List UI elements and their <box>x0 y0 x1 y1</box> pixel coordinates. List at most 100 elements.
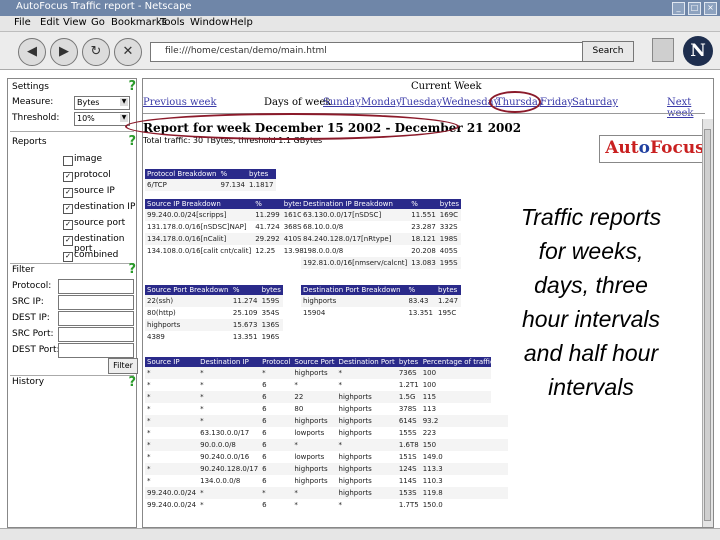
table-cell: highports <box>338 453 372 461</box>
threshold-select[interactable]: 10% ▼ <box>74 112 130 126</box>
help-icon[interactable]: ? <box>128 375 136 390</box>
day-link-tuesday[interactable]: Tuesday <box>400 97 442 108</box>
maximize-icon[interactable]: □ <box>688 2 701 15</box>
table-row: 15904 13.351 195C <box>301 307 461 319</box>
checkbox-destination-port[interactable]: ✓ <box>63 236 73 246</box>
table-cell: 15.673 <box>230 319 260 331</box>
filter-src-port-input[interactable] <box>58 327 134 342</box>
menu-window[interactable]: Window <box>190 17 229 28</box>
url-input[interactable]: file:///home/cestan/demo/main.html <box>150 42 588 62</box>
divider <box>10 131 134 132</box>
checkbox-protocol[interactable]: ✓ <box>63 172 73 182</box>
filter-src-ip-input[interactable] <box>58 295 134 310</box>
table-row: * 63.130.0.0/17 6 lowports highports 155S 223 <box>145 427 508 439</box>
table-cell: * <box>147 381 151 389</box>
column-header: Destination IP Breakdown <box>301 199 410 209</box>
reports-heading: Reports <box>12 137 47 147</box>
menu-go[interactable]: Go <box>91 17 105 28</box>
table-row: * * 6 22 highports 1.5G 115 <box>145 391 508 403</box>
help-icon[interactable]: ? <box>128 134 136 149</box>
column-header: % <box>253 199 282 209</box>
table-cell: * <box>145 391 199 403</box>
table-cell: 83.43 <box>406 295 437 307</box>
filter-protocol-input[interactable] <box>58 279 134 294</box>
table-cell: 6 <box>262 405 267 413</box>
reload-button[interactable]: ↻ <box>82 38 110 66</box>
table-cell: * <box>145 463 199 475</box>
previous-week-link[interactable]: Previous week <box>143 97 217 108</box>
table-cell: 90.240.128.0/17 <box>198 463 261 475</box>
forward-button[interactable]: ▶ <box>50 38 78 66</box>
menu-edit[interactable]: Edit <box>40 17 59 28</box>
history-heading: History <box>12 377 45 387</box>
table-cell: 6 <box>262 501 267 509</box>
help-icon[interactable]: ? <box>128 79 136 94</box>
help-icon[interactable]: ? <box>128 262 136 277</box>
menu-bookmarks[interactable]: Bookmarks <box>111 17 167 28</box>
next-week-link[interactable]: Next week <box>667 97 713 119</box>
day-link-friday[interactable]: Friday <box>540 97 573 108</box>
column-header: Destination Port <box>336 357 397 367</box>
measure-select[interactable]: Bytes ▼ <box>74 96 130 110</box>
column-header: Protocol Breakdown <box>145 169 219 179</box>
table-cell: highports <box>294 477 328 485</box>
table-header-row: Source Port Breakdown % bytes <box>145 285 283 295</box>
table-cell: * <box>147 453 151 461</box>
menu-help[interactable]: Help <box>230 17 253 28</box>
table-cell: 149.0 <box>422 453 443 461</box>
day-link-monday[interactable]: Monday <box>361 97 402 108</box>
slide-callout: Traffic reports for weeks, days, three h… <box>491 200 691 404</box>
table-cell: highports <box>292 415 337 427</box>
day-link-thursday[interactable]: Thursday <box>496 97 543 108</box>
search-button[interactable]: Search <box>582 41 634 62</box>
print-icon[interactable] <box>652 38 674 62</box>
minimize-icon[interactable]: _ <box>672 2 685 15</box>
table-cell: 15904 <box>303 309 326 317</box>
table-cell: highports <box>336 487 397 499</box>
checkbox-destination-ip[interactable]: ✓ <box>63 204 73 214</box>
table-cell: 195C <box>438 309 457 317</box>
filter-dest-port-input[interactable] <box>58 343 134 358</box>
table-row: * 134.0.0.0/8 6 highports highports 114S 110.3 <box>145 475 508 487</box>
stop-button[interactable]: ✕ <box>114 38 142 66</box>
day-link-saturday[interactable]: Saturday <box>572 97 618 108</box>
menu-view[interactable]: View <box>63 17 87 28</box>
scrollbar-thumb[interactable] <box>704 129 711 521</box>
chevron-down-icon: ▼ <box>120 114 128 122</box>
table-cell: 6 <box>260 391 293 403</box>
table-cell: 68.10.0.0/8 <box>303 223 344 231</box>
report-summary: Total traffic: 30 TBytes, threshold 1.1 … <box>143 136 323 145</box>
day-link-wednesday[interactable]: Wednesday <box>442 97 499 108</box>
checkbox-combined[interactable]: ✓ <box>63 252 73 262</box>
checkbox-image[interactable] <box>63 156 73 166</box>
table-cell: * <box>198 367 261 379</box>
close-icon[interactable]: × <box>704 2 717 15</box>
table-cell: 29.292 <box>253 233 282 245</box>
checkbox-source-ip[interactable]: ✓ <box>63 188 73 198</box>
window-title: AutoFocus Traffic report - Netscape <box>16 1 192 12</box>
menu-tools[interactable]: Tools <box>160 17 185 28</box>
table-cell: 6 <box>262 453 267 461</box>
vertical-scrollbar[interactable] <box>702 119 713 527</box>
table-cell: * <box>198 391 261 403</box>
table-cell: 1.1817 <box>247 179 276 191</box>
threshold-label: Threshold: <box>12 113 60 123</box>
day-link-sunday[interactable]: Sunday <box>323 97 361 108</box>
table-cell: * <box>200 381 204 389</box>
table-cell: lowports <box>294 429 325 437</box>
table-header-row: Source IP Destination IP Protocol Source… <box>145 357 508 367</box>
table-cell: 20.208 <box>411 247 436 255</box>
checkbox-source-port[interactable]: ✓ <box>63 220 73 230</box>
table-cell: 13.083 <box>409 257 438 269</box>
filter-button[interactable]: Filter <box>108 358 138 374</box>
table-cell: 6 <box>262 477 267 485</box>
table-row: 198.0.0.0/8 20.208 405S <box>301 245 461 257</box>
table-cell: 11.551 <box>409 209 438 221</box>
table-cell: * <box>147 405 151 413</box>
column-header: Destination IP <box>198 357 261 367</box>
table-cell: highports <box>292 463 337 475</box>
table-cell: 136S <box>259 319 283 331</box>
back-button[interactable]: ◀ <box>18 38 46 66</box>
menu-file[interactable]: File <box>14 17 31 28</box>
filter-dest-ip-input[interactable] <box>58 311 134 326</box>
